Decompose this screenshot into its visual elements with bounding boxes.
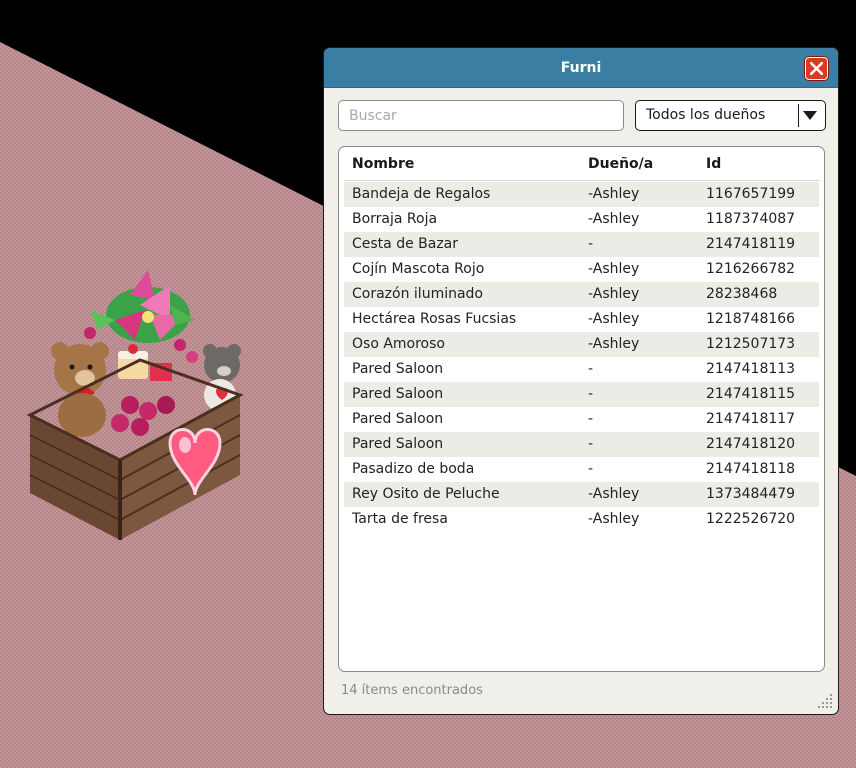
row-id-cell: 1218748166	[706, 311, 796, 327]
row-owner-cell: -Ashley	[588, 511, 640, 527]
row-name-cell: Cojín Mascota Rojo	[352, 261, 485, 277]
items-found-count: 14 ítems encontrados	[341, 683, 483, 698]
table-row[interactable]: Pared Saloon - 2147418113	[344, 357, 819, 382]
row-owner-cell: -Ashley	[588, 261, 640, 277]
table-row[interactable]: Pasadizo de boda - 2147418118	[344, 457, 819, 482]
row-name-cell: Pasadizo de boda	[352, 461, 475, 477]
basket-furniture[interactable]	[20, 265, 280, 555]
table-row[interactable]: Cesta de Bazar - 2147418119	[344, 232, 819, 257]
row-name-cell: Corazón iluminado	[352, 286, 483, 302]
row-id-cell: 28238468	[706, 286, 778, 302]
row-id-cell: 2147418115	[706, 386, 796, 402]
row-owner-cell: -	[588, 361, 594, 377]
row-name-cell: Rey Osito de Peluche	[352, 486, 500, 502]
row-owner-cell: -Ashley	[588, 486, 640, 502]
row-name-cell: Pared Saloon	[352, 386, 444, 402]
row-owner-cell: -Ashley	[588, 211, 640, 227]
table-row[interactable]: Rey Osito de Peluche -Ashley 1373484479	[344, 482, 819, 507]
row-id-cell: 2147418119	[706, 236, 796, 252]
row-owner-cell: -Ashley	[588, 336, 640, 352]
table-row[interactable]: Tarta de fresa -Ashley 1222526720	[344, 507, 819, 532]
row-owner-cell: -	[588, 411, 594, 427]
row-name-cell: Tarta de fresa	[352, 511, 448, 527]
column-header-id[interactable]: Id	[706, 147, 721, 181]
close-button[interactable]	[805, 57, 828, 80]
search-input[interactable]	[338, 100, 624, 131]
table-row[interactable]: Pared Saloon - 2147418115	[344, 382, 819, 407]
row-id-cell: 1167657199	[706, 186, 796, 202]
row-owner-cell: -	[588, 461, 594, 477]
column-header-owner[interactable]: Dueño/a	[588, 147, 653, 181]
owner-filter-dropdown[interactable]: Todos los dueños	[635, 100, 826, 131]
table-row[interactable]: Borraja Roja -Ashley 1187374087	[344, 207, 819, 232]
row-id-cell: 2147418120	[706, 436, 796, 452]
row-id-cell: 1216266782	[706, 261, 796, 277]
row-owner-cell: -Ashley	[588, 286, 640, 302]
owner-filter-value: Todos los dueños	[646, 107, 766, 123]
table-row[interactable]: Hectárea Rosas Fucsias -Ashley 1218748166	[344, 307, 819, 332]
close-x-icon	[810, 62, 823, 75]
row-id-cell: 1187374087	[706, 211, 796, 227]
row-id-cell: 1373484479	[706, 486, 796, 502]
row-owner-cell: -Ashley	[588, 311, 640, 327]
window-titlebar[interactable]: Furni	[324, 48, 838, 88]
table-row[interactable]: Oso Amoroso -Ashley 1212507173	[344, 332, 819, 357]
table-row[interactable]: Bandeja de Regalos -Ashley 1167657199	[344, 182, 819, 207]
row-name-cell: Bandeja de Regalos	[352, 186, 491, 202]
chevron-down-icon	[803, 111, 817, 120]
table-row[interactable]: Corazón iluminado -Ashley 28238468	[344, 282, 819, 307]
table-row[interactable]: Pared Saloon - 2147418120	[344, 432, 819, 457]
list-rows: Bandeja de Regalos -Ashley 1167657199 Borra…	[344, 182, 819, 532]
row-name-cell: Pared Saloon	[352, 411, 444, 427]
list-header: Nombre Dueño/a Id	[344, 147, 819, 181]
row-name-cell: Oso Amoroso	[352, 336, 445, 352]
row-id-cell: 2147418117	[706, 411, 796, 427]
row-name-cell: Cesta de Bazar	[352, 236, 459, 252]
furni-list[interactable]: Nombre Dueño/a Id Bandeja de Regalos -Ash…	[338, 146, 825, 672]
row-id-cell: 1212507173	[706, 336, 796, 352]
row-name-cell: Hectárea Rosas Fucsias	[352, 311, 517, 327]
column-header-name[interactable]: Nombre	[352, 147, 414, 181]
row-owner-cell: -	[588, 236, 594, 252]
resize-grip-icon[interactable]	[814, 690, 834, 710]
furni-window: Furni Todos los dueños Nombre Dueño/a Id…	[323, 47, 839, 715]
row-owner-cell: -	[588, 386, 594, 402]
row-id-cell: 1222526720	[706, 511, 796, 527]
row-owner-cell: -Ashley	[588, 186, 640, 202]
table-row[interactable]: Pared Saloon - 2147418117	[344, 407, 819, 432]
row-name-cell: Pared Saloon	[352, 361, 444, 377]
window-title: Furni	[560, 60, 602, 76]
row-id-cell: 2147418113	[706, 361, 796, 377]
table-row[interactable]: Cojín Mascota Rojo -Ashley 1216266782	[344, 257, 819, 282]
dropdown-arrow-button[interactable]	[798, 104, 821, 127]
row-id-cell: 2147418118	[706, 461, 796, 477]
row-owner-cell: -	[588, 436, 594, 452]
row-name-cell: Borraja Roja	[352, 211, 438, 227]
row-name-cell: Pared Saloon	[352, 436, 444, 452]
